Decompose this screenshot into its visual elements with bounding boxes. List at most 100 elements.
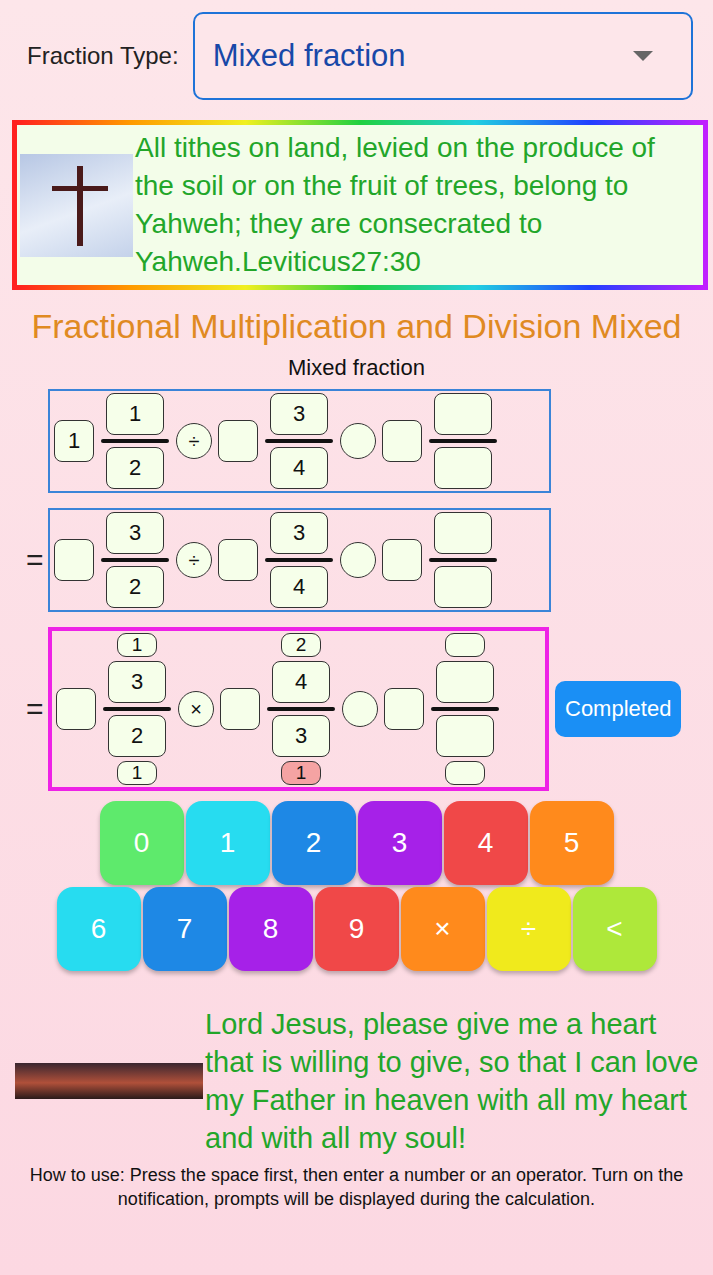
page-title: Fractional Multiplication and Division M… <box>20 304 693 349</box>
operator-circle[interactable] <box>340 542 376 578</box>
fraction-type-bar: Fraction Type: Mixed fraction <box>0 12 713 100</box>
whole-box[interactable] <box>220 688 260 730</box>
fraction-line <box>265 439 333 443</box>
operator-circle[interactable]: ÷ <box>176 423 212 459</box>
keypad-key[interactable]: 3 <box>358 801 442 885</box>
numerator-box[interactable]: 3 <box>108 661 166 703</box>
fraction-line <box>431 707 499 711</box>
keypad-key[interactable]: 9 <box>315 887 399 971</box>
numerator-box[interactable]: 3 <box>270 393 328 435</box>
whole-box[interactable] <box>382 539 422 581</box>
fraction <box>430 633 500 785</box>
operator-circle[interactable] <box>340 423 376 459</box>
reduced-bottom-box[interactable]: 1 <box>117 761 157 785</box>
fraction-line <box>429 558 497 562</box>
dropdown-value: Mixed fraction <box>213 38 406 74</box>
fraction: 2 4 3 1 <box>266 633 336 785</box>
keypad-key[interactable]: < <box>573 887 657 971</box>
fraction-line <box>101 558 169 562</box>
instructions: How to use: Press the space first, then … <box>8 1163 705 1211</box>
numerator-box[interactable]: 4 <box>272 661 330 703</box>
operator-circle[interactable]: ÷ <box>176 542 212 578</box>
fraction: 34 <box>264 393 334 489</box>
whole-box[interactable] <box>56 688 96 730</box>
equation-row: = 1 3 2 1 × 2 4 3 1 Completed <box>0 627 713 791</box>
numerator-box[interactable]: 3 <box>106 512 164 554</box>
equals-sign: = <box>26 692 48 726</box>
keypad-key[interactable]: 0 <box>100 801 184 885</box>
numerator-box[interactable] <box>434 393 492 435</box>
keypad-key[interactable]: 1 <box>186 801 270 885</box>
verse-banner: All tithes on land, levied on the produc… <box>12 120 708 290</box>
verse-text: All tithes on land, levied on the produc… <box>133 125 703 285</box>
operator-circle[interactable] <box>342 691 378 727</box>
numerator-box[interactable]: 1 <box>106 393 164 435</box>
keypad-key[interactable]: 6 <box>57 887 141 971</box>
whole-box[interactable] <box>384 688 424 730</box>
equation-box: 32÷34 <box>48 508 551 612</box>
fraction <box>428 512 498 608</box>
fraction-line <box>267 707 335 711</box>
numerator-box[interactable] <box>434 512 492 554</box>
fraction <box>428 393 498 489</box>
fraction: 12 <box>100 393 170 489</box>
whole-box[interactable] <box>382 420 422 462</box>
completed-button[interactable]: Completed <box>555 681 681 737</box>
numerator-box[interactable]: 3 <box>270 512 328 554</box>
keypad-key[interactable]: 5 <box>530 801 614 885</box>
fraction-type-label: Fraction Type: <box>27 42 179 70</box>
prayer-text: Lord Jesus, please give me a heart that … <box>203 1005 713 1157</box>
denominator-box[interactable] <box>436 715 494 757</box>
equation-row: =32÷34 <box>0 508 713 612</box>
reduced-bottom-box[interactable]: 1 <box>281 761 321 785</box>
equation-box: 1 3 2 1 × 2 4 3 1 <box>48 627 549 791</box>
fraction-line <box>103 707 171 711</box>
reduced-top-box[interactable] <box>445 633 485 657</box>
denominator-box[interactable] <box>434 447 492 489</box>
denominator-box[interactable]: 2 <box>108 715 166 757</box>
dropdown-caret-icon <box>633 51 653 61</box>
equation-rows: 112÷34=32÷34=1321×2431Completed <box>0 389 713 791</box>
denominator-box[interactable]: 2 <box>106 566 164 608</box>
keypad-key[interactable]: 8 <box>229 887 313 971</box>
reduced-top-box[interactable]: 2 <box>281 633 321 657</box>
page-subtitle: Mixed fraction <box>0 355 713 381</box>
keypad-key[interactable]: 2 <box>272 801 356 885</box>
cross-photo <box>20 154 133 257</box>
keypad-key[interactable]: 7 <box>143 887 227 971</box>
cross-icon <box>77 166 83 246</box>
whole-box[interactable] <box>218 420 258 462</box>
cross-bar-icon <box>52 186 108 191</box>
page: Fraction Type: Mixed fraction All tithes o… <box>0 0 713 1275</box>
fraction-line <box>265 558 333 562</box>
operator-circle[interactable]: × <box>178 691 214 727</box>
equals-sign: = <box>26 543 48 577</box>
keypad-key[interactable]: 4 <box>444 801 528 885</box>
prayer-photo <box>15 1063 203 1099</box>
fraction-line <box>429 439 497 443</box>
denominator-box[interactable]: 4 <box>270 566 328 608</box>
keypad-row: 012345 <box>100 801 614 885</box>
keypad-row: 6789×÷< <box>57 887 657 971</box>
equation-box: 112÷34 <box>48 389 551 493</box>
fraction: 32 <box>100 512 170 608</box>
reduced-bottom-box[interactable] <box>445 761 485 785</box>
denominator-box[interactable]: 3 <box>272 715 330 757</box>
prayer-section: Lord Jesus, please give me a heart that … <box>0 1005 713 1157</box>
denominator-box[interactable]: 2 <box>106 447 164 489</box>
whole-box[interactable] <box>54 539 94 581</box>
denominator-box[interactable] <box>434 566 492 608</box>
fraction: 1 3 2 1 <box>102 633 172 785</box>
denominator-box[interactable]: 4 <box>270 447 328 489</box>
whole-box[interactable] <box>218 539 258 581</box>
fraction-type-dropdown[interactable]: Mixed fraction <box>193 12 693 100</box>
reduced-top-box[interactable]: 1 <box>117 633 157 657</box>
keypad: 0123456789×÷< <box>0 801 713 971</box>
keypad-key[interactable]: × <box>401 887 485 971</box>
equation-row: 112÷34 <box>0 389 713 493</box>
numerator-box[interactable] <box>436 661 494 703</box>
keypad-key[interactable]: ÷ <box>487 887 571 971</box>
fraction: 34 <box>264 512 334 608</box>
whole-box[interactable]: 1 <box>54 420 94 462</box>
fraction-line <box>101 439 169 443</box>
